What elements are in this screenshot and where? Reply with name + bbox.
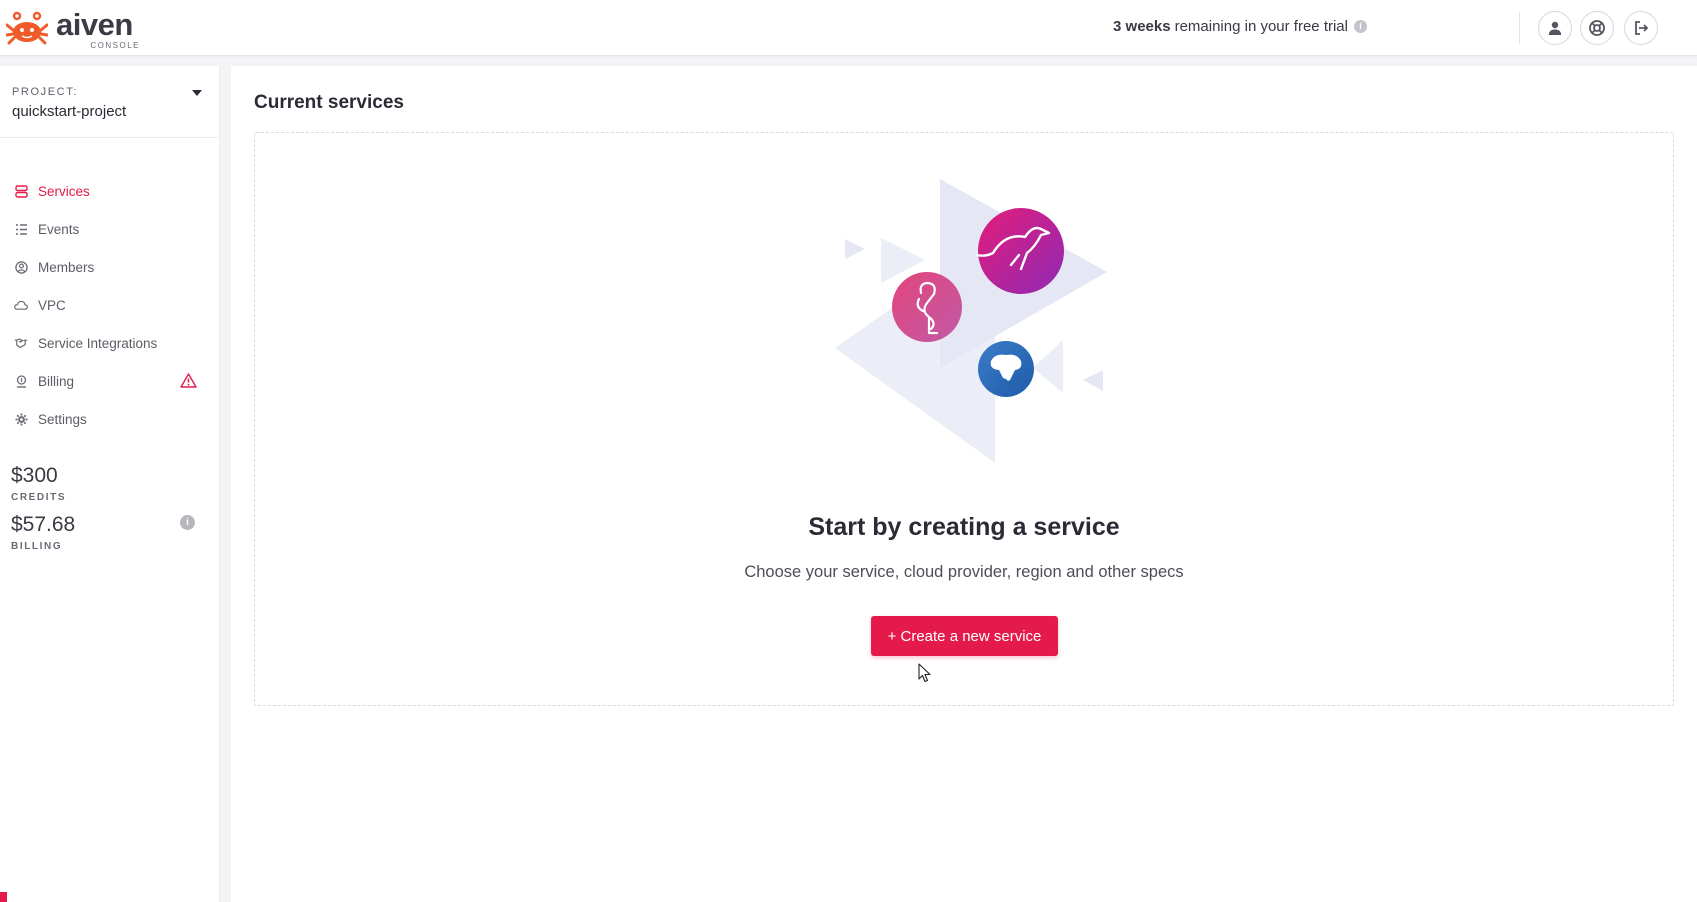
sidebar-item-services[interactable]: Services (0, 172, 219, 210)
credits-amount: $300 (11, 464, 58, 487)
empty-state-title: Start by creating a service (808, 513, 1120, 541)
members-icon (14, 260, 28, 274)
backdrop-shape (1033, 340, 1063, 393)
trial-text: remaining in your free trial (1174, 18, 1348, 35)
logout-icon (1635, 21, 1649, 35)
sidebar-item-label: Settings (38, 411, 87, 427)
main-content: Current services Start by creating a ser… (231, 66, 1697, 902)
project-selector[interactable]: PROJECT: quickstart-project (0, 66, 219, 138)
logo-subtext: CONSOLE (90, 41, 140, 50)
support-button[interactable] (1580, 11, 1614, 45)
sidebar-item-label: Members (38, 259, 95, 275)
caret-down-icon (192, 90, 202, 96)
billing-summary: $57.68 BILLING i (11, 513, 209, 552)
events-icon (14, 222, 28, 236)
sidebar-item-service-integrations[interactable]: Service Integrations (0, 324, 219, 362)
top-header: aiven CONSOLE 3 weeks remaining in your … (0, 0, 1697, 56)
gear-icon (14, 412, 28, 426)
billing-label: BILLING (11, 541, 63, 552)
sidebar-item-billing[interactable]: Billing (0, 362, 219, 400)
billing-amount: $57.68 (11, 513, 76, 536)
empty-services-panel: Start by creating a service Choose your … (254, 132, 1674, 706)
sidebar-item-label: VPC (38, 297, 66, 313)
services-illustration (835, 179, 1107, 463)
cloud-icon (14, 298, 28, 312)
project-name: quickstart-project (12, 103, 127, 120)
flink-flamingo-icon (892, 272, 962, 342)
sidebar-item-label: Service Integrations (38, 335, 158, 351)
page-title: Current services (254, 92, 404, 113)
backdrop-shape (845, 239, 865, 259)
user-profile-button[interactable] (1538, 11, 1572, 45)
logo-wordmark: aiven CONSOLE (56, 6, 140, 51)
sidebar-item-members[interactable]: Members (0, 248, 219, 286)
backdrop-shape (1083, 370, 1103, 391)
aiven-logo[interactable]: aiven CONSOLE (6, 6, 140, 50)
mouse-cursor-icon (918, 663, 931, 683)
user-icon (1548, 21, 1562, 35)
create-new-service-button[interactable]: + Create a new service (871, 616, 1058, 656)
logout-button[interactable] (1624, 11, 1658, 45)
billing-icon (14, 374, 28, 388)
logo-text: aiven (56, 7, 133, 42)
empty-state-subtitle: Choose your service, cloud provider, reg… (744, 563, 1184, 581)
services-icon (14, 184, 28, 198)
support-icon (1589, 20, 1605, 36)
info-icon[interactable]: i (1354, 20, 1367, 33)
header-divider (1519, 12, 1520, 44)
sidebar-item-vpc[interactable]: VPC (0, 286, 219, 324)
crab-logo-icon (6, 11, 48, 45)
sidebar-item-events[interactable]: Events (0, 210, 219, 248)
sidebar-item-label: Billing (38, 373, 75, 389)
billing-info-icon[interactable]: i (180, 515, 195, 530)
postgres-elephant-icon (978, 341, 1034, 397)
sidebar-nav: Services Events Members VPC Service Inte… (0, 172, 219, 438)
trial-notice: 3 weeks remaining in your free trial i (1113, 18, 1367, 35)
project-label: PROJECT: (12, 86, 78, 98)
sidebar-item-label: Services (38, 183, 90, 199)
credits-label: CREDITS (11, 492, 67, 503)
bottom-accent-mark (0, 892, 7, 902)
sidebar-item-settings[interactable]: Settings (0, 400, 219, 438)
sidebar: PROJECT: quickstart-project Services Eve… (0, 66, 220, 902)
warning-icon (180, 373, 197, 388)
credits-summary: $300 CREDITS $57.68 BILLING i (11, 464, 209, 552)
trial-duration: 3 weeks (1113, 18, 1171, 35)
handshake-icon (14, 336, 28, 350)
sidebar-item-label: Events (38, 221, 80, 237)
